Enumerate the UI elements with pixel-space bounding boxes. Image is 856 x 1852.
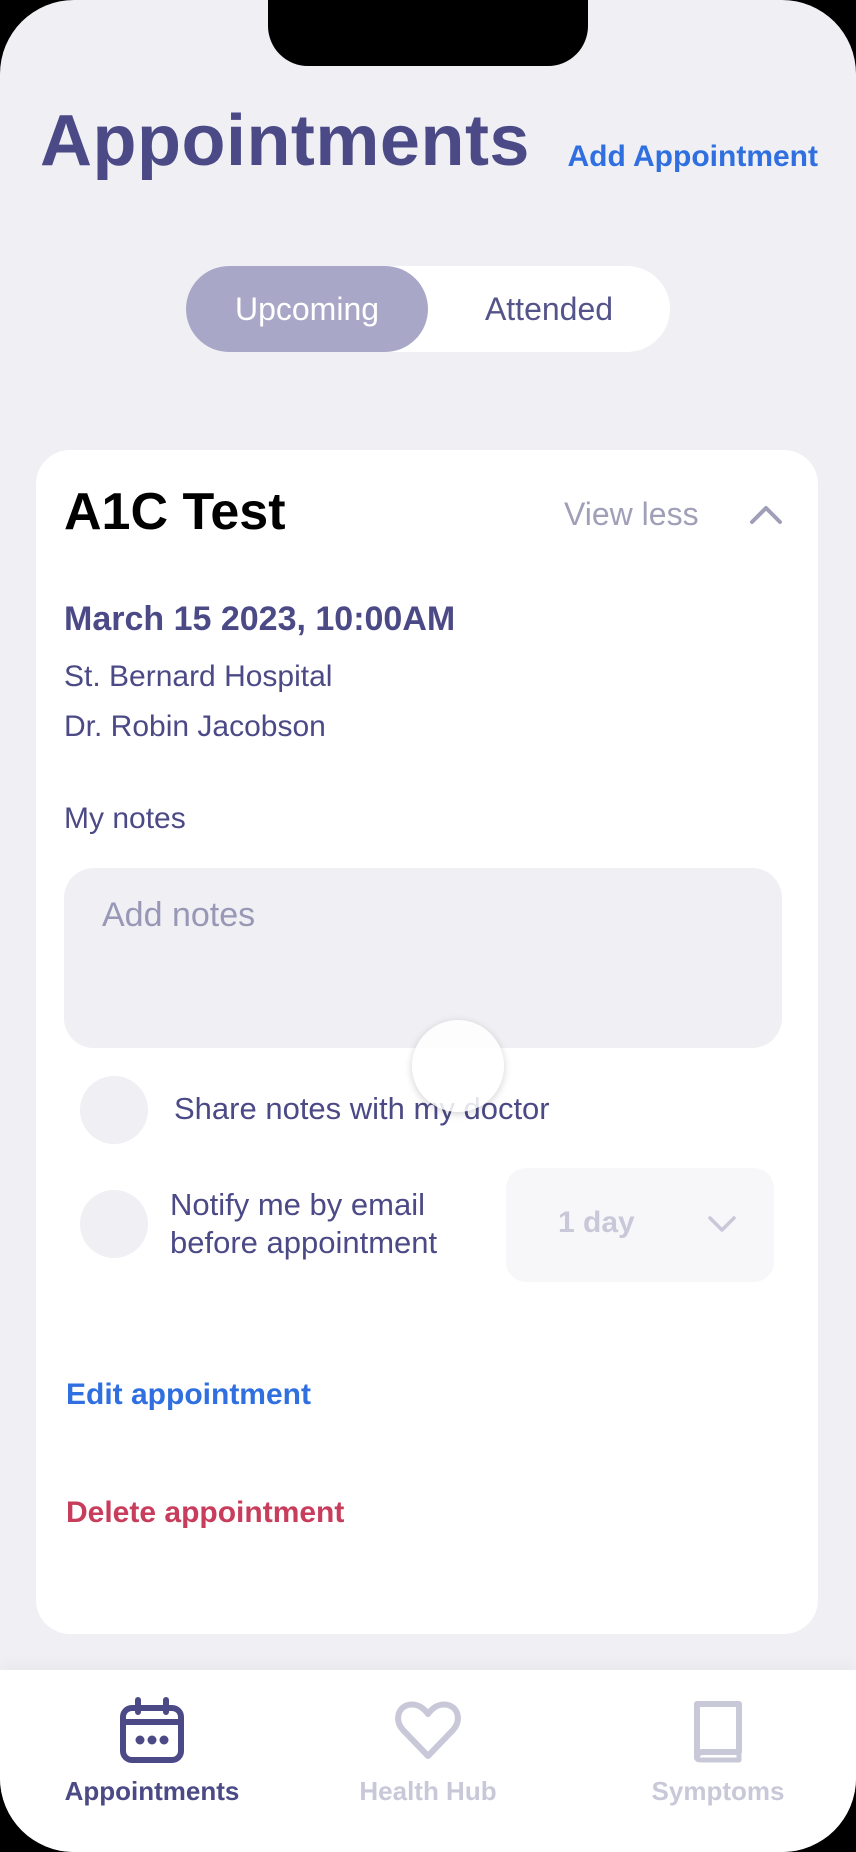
delete-appointment-button[interactable]: Delete appointment [66,1496,344,1530]
notify-lead-time-select[interactable]: 1 day [506,1168,774,1282]
share-notes-label: Share notes with my doctor [174,1091,550,1126]
appointments-filter-segment: Upcoming Attended [186,266,670,352]
notify-email-label: Notify me by email before appointment [170,1186,437,1262]
chevron-down-icon [708,1216,736,1232]
bottom-tab-bar: Appointments Health Hub Symptoms [0,1670,856,1852]
notify-email-label-line1: Notify me by email [170,1187,425,1222]
chevron-up-icon[interactable] [742,490,790,538]
appointment-doctor: Dr. Robin Jacobson [64,710,326,743]
notify-email-toggle[interactable] [80,1190,148,1258]
device-notch [268,0,588,66]
share-notes-toggle[interactable] [80,1076,148,1144]
notes-input[interactable] [64,868,782,1048]
view-less-button[interactable]: View less [564,496,699,533]
tab-symptoms-label: Symptoms [651,1776,785,1806]
calendar-icon [120,1697,184,1763]
touch-indicator [412,1020,504,1112]
notes-label: My notes [64,802,186,835]
notify-lead-time-value: 1 day [558,1206,635,1239]
book-icon [694,1701,742,1763]
tab-upcoming[interactable]: Upcoming [186,266,428,352]
tab-appointments-label: Appointments [64,1776,240,1806]
notify-email-label-line2: before appointment [170,1225,438,1260]
tab-appointments[interactable]: Appointments [22,1670,282,1820]
page-title: Appointments [40,101,530,181]
appointment-datetime: March 15 2023, 10:00AM [64,600,456,638]
app-screen: Appointments Add Appointment Upcoming At… [0,0,856,1852]
appointment-title: A1C Test [64,483,286,541]
tab-health-hub[interactable]: Health Hub [298,1670,558,1820]
heart-icon [395,1701,461,1759]
edit-appointment-button[interactable]: Edit appointment [66,1378,311,1412]
tab-symptoms[interactable]: Symptoms [588,1670,848,1820]
tab-attended[interactable]: Attended [428,266,670,352]
appointment-location: St. Bernard Hospital [64,660,333,693]
tab-health-hub-label: Health Hub [359,1776,497,1806]
add-appointment-button[interactable]: Add Appointment [567,140,818,174]
